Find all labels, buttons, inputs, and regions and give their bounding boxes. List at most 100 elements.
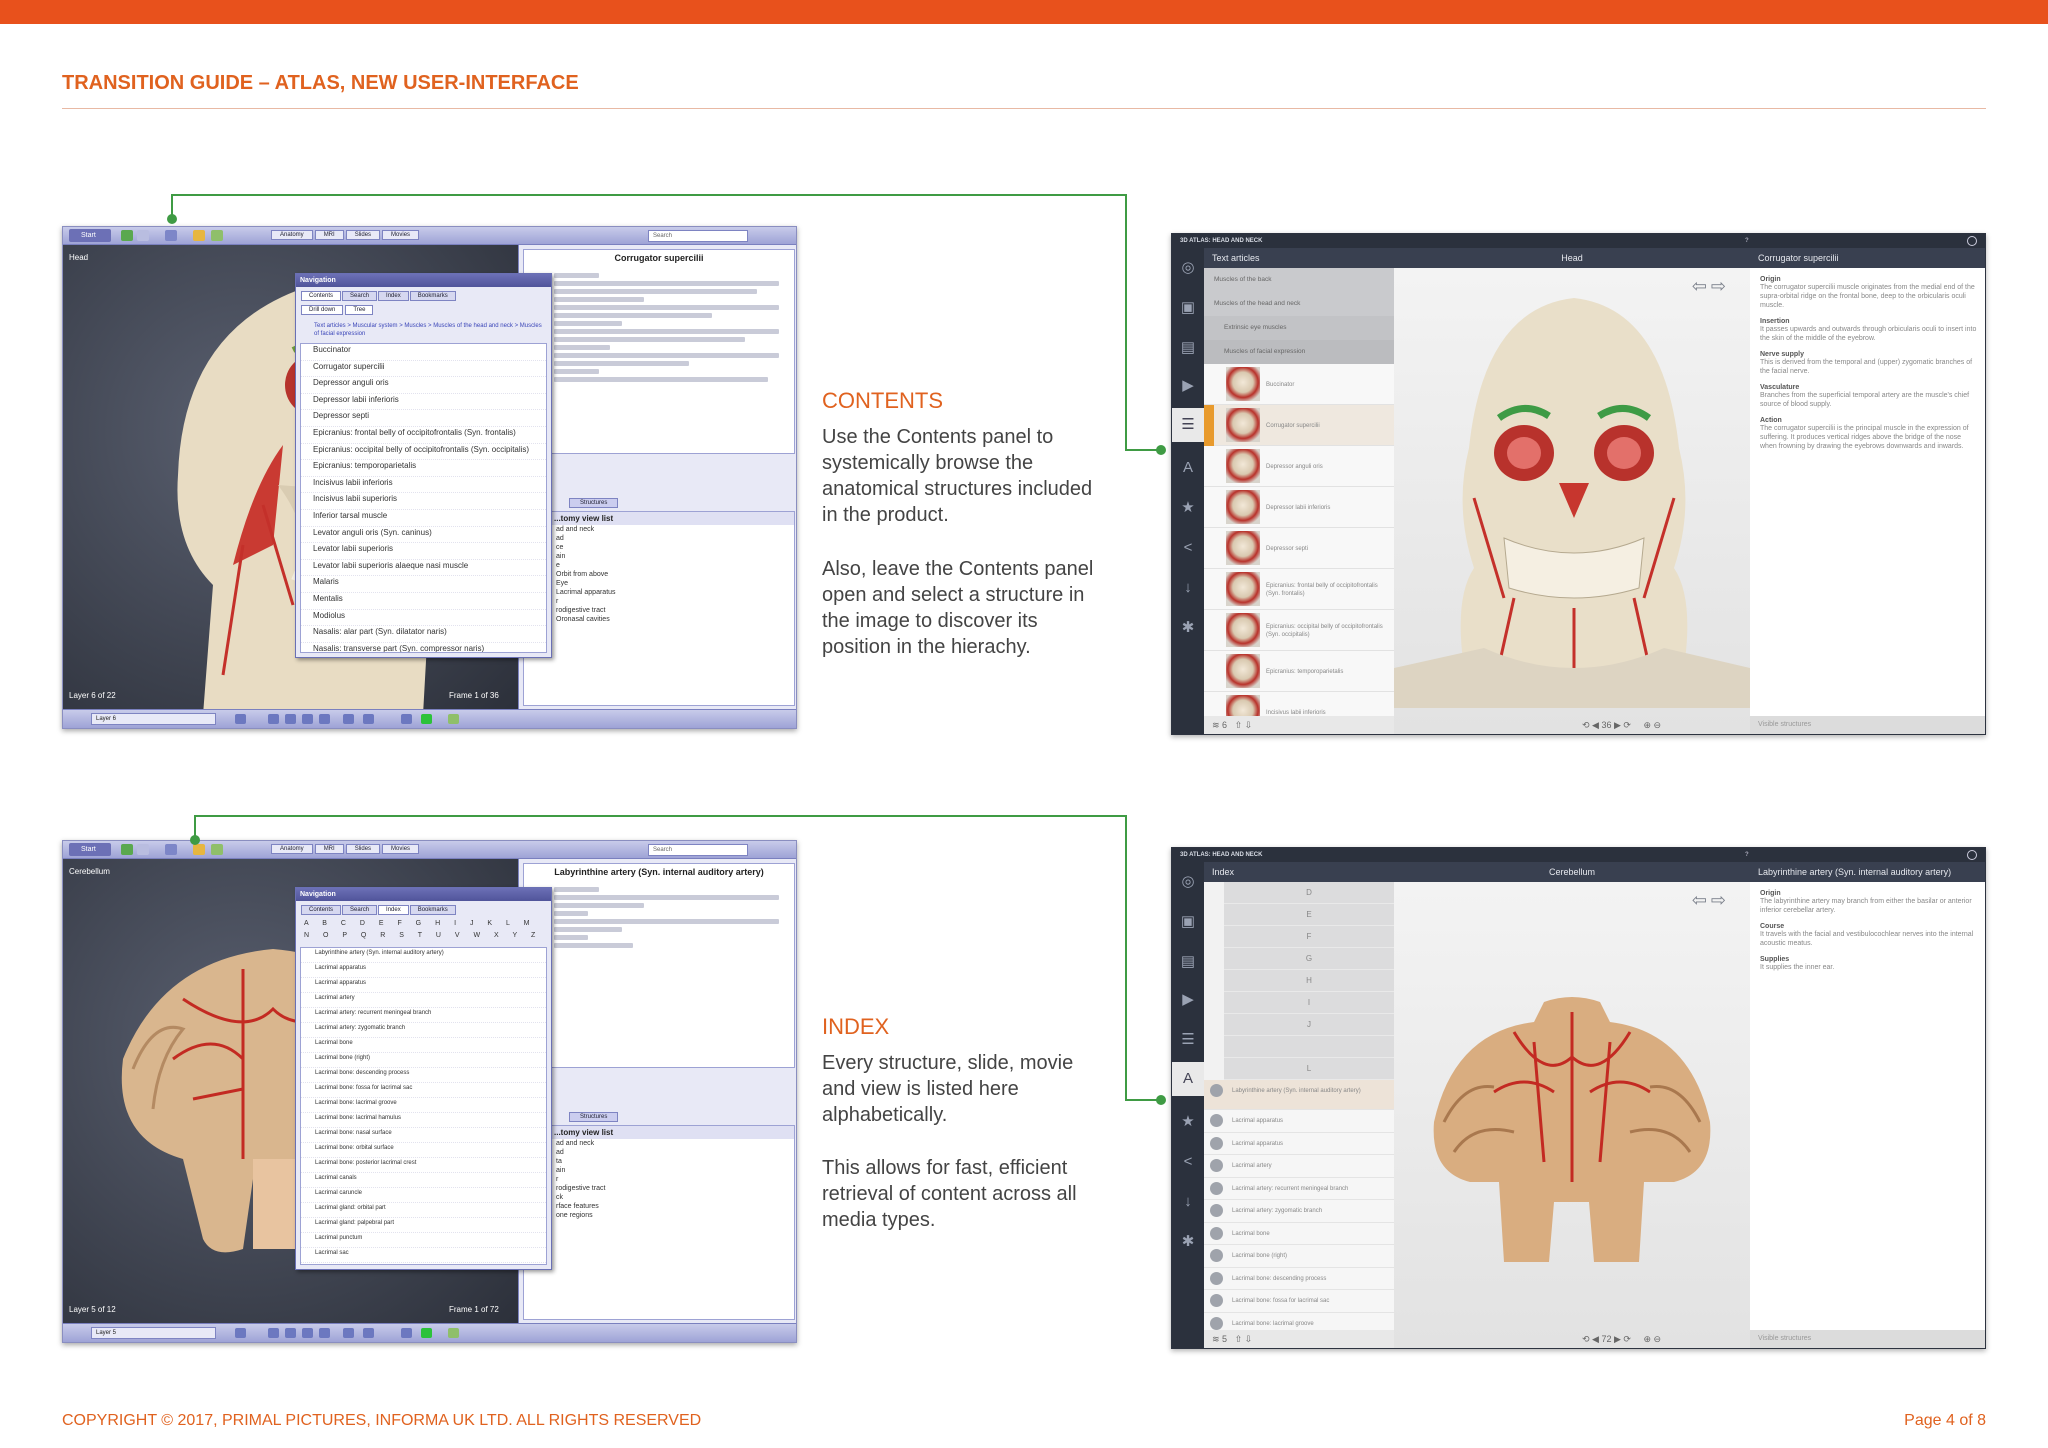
tab-bookmarks[interactable]: Bookmarks [409, 291, 456, 301]
save-icon[interactable] [401, 714, 412, 724]
print-icon[interactable] [211, 844, 223, 855]
layer-select[interactable]: Layer 5 [91, 1327, 216, 1339]
frame-control[interactable]: ⟲ ◀ 72 ▶ ⟳ ⊕ ⊖ [1582, 1330, 1750, 1348]
index-letter[interactable]: J [1224, 1014, 1394, 1036]
model-viewport[interactable]: Cerebellum ⇦⇨ [1394, 862, 1750, 1348]
forward-icon[interactable] [137, 844, 149, 855]
tab-mri[interactable]: MRI [314, 844, 344, 854]
list-item[interactable]: Lacrimal bone: lacrimal groove [301, 1098, 546, 1113]
list-item[interactable]: Epicranius: frontal belly of occipitofro… [301, 427, 546, 444]
search-input[interactable]: Search [648, 230, 748, 242]
tab-search[interactable]: Search [342, 291, 378, 301]
visible-structures-label[interactable]: Visible structures [1750, 716, 1985, 734]
index-item[interactable]: Lacrimal bone: fossa for lacrimal sac [1204, 1290, 1394, 1313]
list-item[interactable]: Lacrimal bone: lacrimal hamulus [301, 1113, 546, 1128]
rotate-left-icon[interactable] [268, 714, 279, 724]
index-item[interactable]: Lacrimal artery: recurrent meningeal bra… [1204, 1177, 1394, 1200]
tab-slides[interactable]: Slides [345, 844, 381, 854]
list-item[interactable]: ain [524, 552, 794, 561]
tree-item[interactable]: Muscles of facial expression [1204, 340, 1394, 364]
list-item[interactable]: Oronasal cavities [524, 615, 794, 624]
list-item[interactable]: Eye [524, 579, 794, 588]
alphabet-selector[interactable]: A B C D E F G H I J K L M N O P Q R S T … [296, 915, 551, 945]
list-item[interactable]: Levator anguli oris (Syn. caninus) [301, 527, 546, 544]
share-icon[interactable]: < [1180, 1154, 1196, 1170]
mri-icon[interactable]: ▣ [1180, 300, 1196, 316]
structure-item[interactable]: Corrugator supercilii [1204, 405, 1394, 446]
index-item[interactable]: Lacrimal artery [1204, 1155, 1394, 1178]
model-viewport[interactable]: Head ⇦⇨ [1394, 248, 1750, 734]
list-item[interactable]: ad [524, 1148, 794, 1157]
list-item[interactable]: Nasalis: alar part (Syn. dilatator naris… [301, 626, 546, 643]
structure-item[interactable]: Epicranius: frontal belly of occipitofro… [1204, 569, 1394, 610]
export-icon[interactable] [448, 714, 459, 724]
layers-control[interactable]: ≋ 5 ⇧ ⇩ [1204, 1330, 1394, 1348]
zoom-in-icon[interactable] [343, 1328, 354, 1338]
zoom-out-icon[interactable] [363, 1328, 374, 1338]
list-item[interactable]: Epicranius: occipital belly of occipitof… [301, 444, 546, 461]
list-item[interactable]: Lacrimal gland: orbital part [301, 1203, 546, 1218]
views-icon[interactable]: ◎ [1180, 260, 1196, 276]
color-icon[interactable] [421, 714, 432, 724]
contents-tree-icon[interactable]: ☰ [1172, 408, 1204, 442]
list-item[interactable]: Lacrimal artery: recurrent meningeal bra… [301, 1008, 546, 1023]
index-item[interactable]: Lacrimal bone: descending process [1204, 1267, 1394, 1290]
movies-icon[interactable]: ▶ [1180, 992, 1196, 1008]
list-item[interactable]: Lacrimal gland: palpebral part [301, 1218, 546, 1233]
print-icon[interactable] [211, 230, 223, 241]
index-letter[interactable]: H [1224, 970, 1394, 992]
list-item[interactable]: ce [524, 543, 794, 552]
index-item[interactable]: Labyrinthine artery (Syn. internal audit… [1204, 1080, 1394, 1110]
folder-icon[interactable] [165, 844, 177, 855]
drill-down-tab[interactable]: Drill down [301, 305, 344, 315]
list-item[interactable]: Lacrimal bone [301, 1038, 546, 1053]
list-item[interactable]: ad and neck [524, 525, 794, 534]
list-item[interactable]: Lacrimal artery [301, 993, 546, 1008]
tab-anatomy[interactable]: Anatomy [271, 230, 313, 240]
structure-item[interactable]: Depressor labii inferioris [1204, 487, 1394, 528]
play-icon[interactable] [302, 1328, 313, 1338]
list-item[interactable]: Epicranius: temporoparietalis [301, 460, 546, 477]
slides-icon[interactable]: ▤ [1180, 954, 1196, 970]
list-item[interactable]: ta [524, 1157, 794, 1166]
play-icon[interactable] [302, 714, 313, 724]
layer-up-icon[interactable] [235, 1328, 246, 1338]
list-item[interactable]: ain [524, 1166, 794, 1175]
rotate-right-icon[interactable] [319, 1328, 330, 1338]
index-item[interactable]: Lacrimal bone (right) [1204, 1245, 1394, 1268]
tab-anatomy[interactable]: Anatomy [271, 844, 313, 854]
list-item[interactable]: rodigestive tract [524, 1184, 794, 1193]
list-item[interactable]: Corrugator supercilii [301, 361, 546, 378]
list-item[interactable]: Lacrimal bone: orbital surface [301, 1143, 546, 1158]
list-item[interactable]: Orbit from above [524, 570, 794, 579]
list-item[interactable]: Incisivus labii inferioris [301, 477, 546, 494]
tab-movies[interactable]: Movies [382, 230, 420, 240]
list-item[interactable]: Inferior tarsal muscle [301, 510, 546, 527]
tab-movies[interactable]: Movies [382, 844, 420, 854]
tab-contents[interactable]: Contents [301, 291, 342, 301]
list-item[interactable]: Lacrimal apparatus [524, 588, 794, 597]
structure-item[interactable]: Epicranius: temporoparietalis [1204, 651, 1394, 692]
list-item[interactable]: Lacrimal sac [301, 1248, 546, 1263]
settings-icon[interactable]: ✱ [1180, 620, 1196, 636]
index-letter[interactable]: L [1224, 1058, 1394, 1080]
contents-tree-icon[interactable]: ☰ [1180, 1032, 1196, 1048]
list-item[interactable]: Mentalis [301, 593, 546, 610]
back-icon[interactable] [121, 230, 133, 241]
list-item[interactable]: Lacrimal bone (right) [301, 1053, 546, 1068]
play-back-icon[interactable] [285, 714, 296, 724]
layer-up-icon[interactable] [235, 714, 246, 724]
index-item[interactable]: Lacrimal apparatus [1204, 1132, 1394, 1155]
tab-slides[interactable]: Slides [345, 230, 381, 240]
download-icon[interactable]: ↓ [1180, 580, 1196, 596]
folder-icon[interactable] [165, 230, 177, 241]
color-icon[interactable] [421, 1328, 432, 1338]
share-icon[interactable]: < [1180, 540, 1196, 556]
rotate-right-icon[interactable] [319, 714, 330, 724]
index-item[interactable]: Lacrimal artery: zygomatic branch [1204, 1200, 1394, 1223]
index-letter[interactable] [1224, 1036, 1394, 1058]
list-item[interactable]: Lacrimal apparatus [301, 963, 546, 978]
layer-select[interactable]: Layer 6 [91, 713, 216, 725]
tab-search[interactable]: Search [342, 905, 378, 915]
star-icon[interactable]: ★ [1180, 500, 1196, 516]
